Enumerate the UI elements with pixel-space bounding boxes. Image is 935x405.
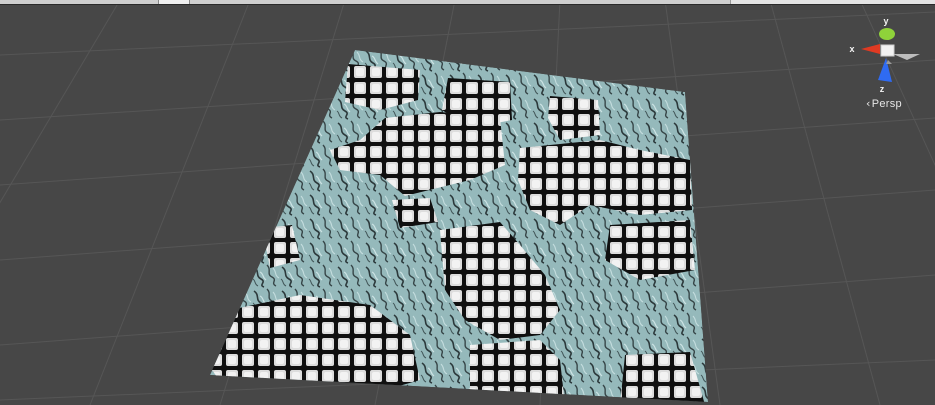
toolbar-tab[interactable]: [158, 0, 190, 4]
gizmo-z-label: z: [880, 84, 885, 94]
chevron-left-icon: ‹: [866, 97, 871, 110]
gizmo-x-axis-icon[interactable]: [861, 44, 880, 54]
scene-viewport[interactable]: y x z ‹Persp: [0, 0, 935, 405]
gizmo-z-axis-icon[interactable]: [878, 58, 892, 82]
gizmo-y-axis-icon[interactable]: [879, 28, 895, 40]
scene-canvas[interactable]: [0, 0, 935, 405]
gizmo-neg-x-icon[interactable]: [893, 54, 920, 60]
toolbar-search[interactable]: [730, 0, 935, 4]
gizmo-x-label: x: [849, 44, 854, 54]
gizmo-y-label: y: [883, 16, 888, 26]
terrain-plane[interactable]: [210, 50, 708, 405]
projection-toggle[interactable]: ‹Persp: [866, 97, 902, 110]
projection-label: Persp: [871, 98, 902, 110]
gizmo-center-cube-icon[interactable]: [880, 44, 895, 57]
